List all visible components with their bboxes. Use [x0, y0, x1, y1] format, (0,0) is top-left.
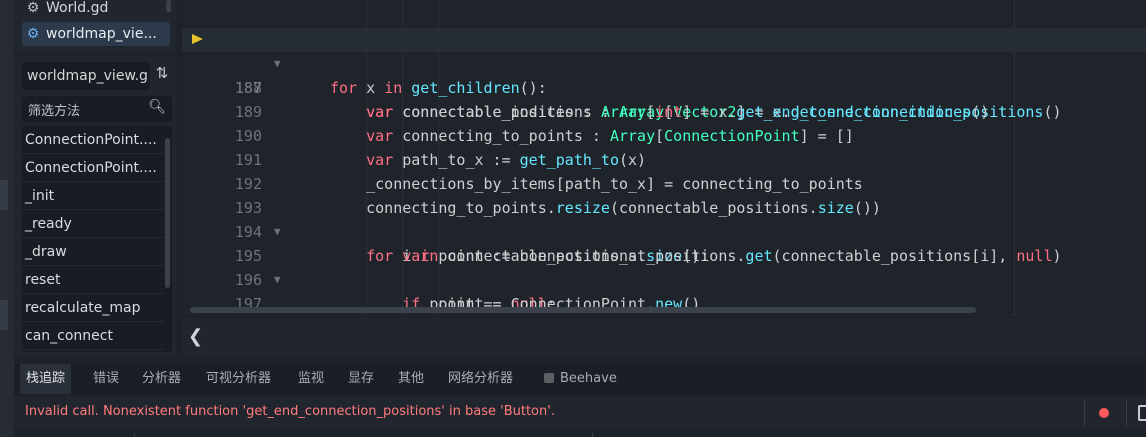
- copy-icon[interactable]: [1138, 405, 1146, 421]
- tab-network-profiler[interactable]: 网络分析器: [442, 364, 519, 394]
- open-scripts-panel: ⚙ World.gd ⚙ worldmap_vie...: [14, 0, 176, 52]
- method-item[interactable]: recalculate_map: [22, 294, 164, 322]
- collapse-panel-icon[interactable]: ❮: [188, 326, 203, 347]
- method-panel: worldmap_view.g ⇅ 筛选方法 🔍︎ ConnectionPoin…: [14, 56, 176, 356]
- dock-grip[interactable]: [0, 300, 8, 330]
- execution-marker-icon: [192, 34, 203, 44]
- method-item[interactable]: can_connect: [22, 322, 164, 350]
- dock-grip[interactable]: [0, 180, 8, 210]
- search-icon: 🔍︎: [148, 99, 166, 115]
- tab-profiler[interactable]: 分析器: [136, 364, 187, 394]
- code-line[interactable]: 190 var path_to_x := get_path_to(x): [182, 100, 1146, 169]
- tab-monitor[interactable]: 监视: [292, 364, 330, 394]
- code-line[interactable]: 188 var connectable_indices : Array[int]…: [182, 52, 1146, 121]
- record-icon[interactable]: [1099, 408, 1109, 418]
- filter-methods-placeholder: 筛选方法: [28, 103, 81, 119]
- method-list: ConnectionPoint.... ConnectionPoint.... …: [22, 126, 172, 352]
- method-list-scrollbar[interactable]: [165, 138, 170, 288]
- code-line[interactable]: 193 ▼ for i in connectable_positions.siz…: [182, 172, 1146, 265]
- method-item[interactable]: ConnectionPoint....: [22, 126, 164, 154]
- script-item-label: worldmap_vie...: [46, 26, 157, 42]
- editor-status-bar: ❮: [182, 318, 1146, 356]
- gear-icon: ⚙: [26, 26, 40, 42]
- code-line[interactable]: 195 ▼ if point == null:: [182, 220, 1146, 313]
- divider: [134, 433, 135, 437]
- scripts-scrollbar[interactable]: [166, 0, 171, 12]
- code-editor[interactable]: 186 ▼ for x in get_children(): 187 var c…: [182, 0, 1146, 316]
- error-bar: Invalid call. Nonexistent function 'get_…: [14, 396, 1146, 430]
- tab-beehave[interactable]: Beehave: [538, 364, 623, 394]
- error-message: Invalid call. Nonexistent function 'get_…: [25, 404, 555, 419]
- method-item[interactable]: ConnectionPoint....: [22, 154, 164, 182]
- code-line[interactable]: 196 point = ConnectionPoint.new(): [182, 244, 1146, 313]
- divider: [1126, 400, 1127, 426]
- beehave-icon: [544, 373, 554, 383]
- bottom-debugger-tabs: 栈追踪 错误 分析器 可视分析器 监视 显存 其他 网络分析器 Beehave: [14, 364, 1146, 394]
- tab-beehave-label: Beehave: [560, 371, 617, 386]
- tab-video-ram[interactable]: 显存: [342, 364, 380, 394]
- editor-horizontal-scrollbar[interactable]: [190, 307, 976, 313]
- tab-misc[interactable]: 其他: [392, 364, 430, 394]
- script-item-world[interactable]: ⚙ World.gd: [22, 0, 170, 20]
- current-file-label: worldmap_view.g: [22, 62, 150, 90]
- divider: [1084, 400, 1085, 426]
- code-line[interactable]: 186 ▼ for x in get_children():: [182, 4, 1146, 97]
- method-item[interactable]: _init: [22, 182, 164, 210]
- tab-stack-trace[interactable]: 栈追踪: [20, 364, 72, 394]
- code-line[interactable]: 192 connecting_to_points.resize(connecta…: [182, 148, 1146, 217]
- script-item-worldmap-view[interactable]: ⚙ worldmap_vie...: [22, 22, 170, 46]
- filter-methods-input[interactable]: 筛选方法 🔍︎: [22, 96, 172, 122]
- method-item[interactable]: _ready: [22, 210, 164, 238]
- sort-icon[interactable]: ⇅: [152, 64, 172, 88]
- method-item[interactable]: _draw: [22, 238, 164, 266]
- code-line[interactable]: 194 var point := connections_at_position…: [182, 196, 1146, 265]
- code-line[interactable]: 189 var connecting_to_points : Array[Con…: [182, 76, 1146, 145]
- method-item[interactable]: reset: [22, 266, 164, 294]
- code-line-current[interactable]: 187 var connectable_positions : Array[Ve…: [182, 28, 1146, 121]
- code-line[interactable]: 191 _connections_by_items[path_to_x] = c…: [182, 124, 1146, 193]
- tab-errors[interactable]: 错误: [87, 364, 125, 394]
- script-item-label: World.gd: [46, 0, 109, 16]
- gear-icon: ⚙: [26, 0, 40, 16]
- divider: [592, 433, 593, 437]
- bottom-edge: [14, 432, 1146, 437]
- tab-visual-profiler[interactable]: 可视分析器: [200, 364, 277, 394]
- code-line[interactable]: 197 point.position = connectable_positio…: [182, 268, 1146, 313]
- left-dock-strip: [0, 0, 14, 437]
